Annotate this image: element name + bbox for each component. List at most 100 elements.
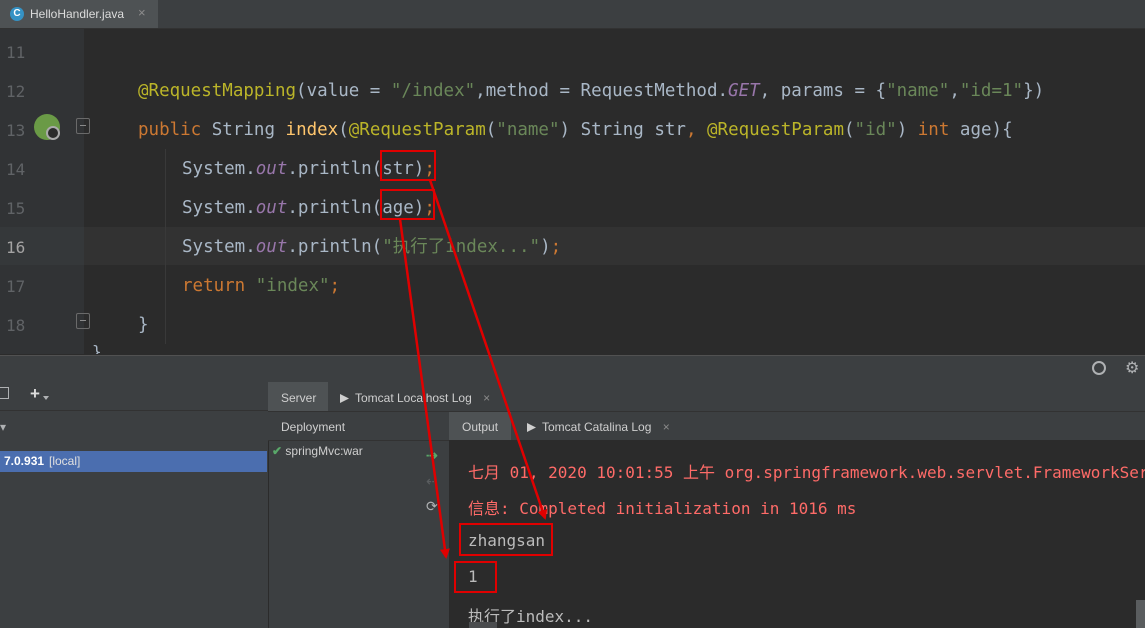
checkmark-icon: ✔ bbox=[272, 444, 283, 458]
code-token: ( bbox=[485, 120, 497, 140]
fold-start-icon[interactable] bbox=[76, 118, 90, 134]
code-token: "id" bbox=[854, 120, 897, 140]
code-line[interactable]: 18} bbox=[0, 306, 1145, 345]
crosshair-icon[interactable] bbox=[1092, 361, 1106, 375]
code-token: .println( bbox=[287, 237, 383, 257]
code-token: ,method = RequestMethod. bbox=[475, 81, 729, 101]
editor-tab-bar: C HelloHandler.java × bbox=[0, 0, 1145, 29]
code-line[interactable]: 12 @RequestMapping(value = "/index",metho… bbox=[0, 72, 1145, 111]
code-editor[interactable]: 11 12 @RequestMapping(value = "/index",met… bbox=[0, 29, 1145, 354]
output-line-info: 信息: Completed initialization in 1016 ms bbox=[468, 499, 857, 518]
annotation-box-age bbox=[380, 189, 435, 220]
horizontal-scrollbar[interactable] bbox=[469, 622, 497, 628]
tab-output[interactable]: Output bbox=[449, 412, 511, 440]
close-tab-icon[interactable]: × bbox=[483, 391, 490, 405]
console-icon bbox=[340, 394, 349, 403]
code-token: }) bbox=[1023, 81, 1045, 101]
code-token: out bbox=[255, 198, 288, 218]
code-token: "name" bbox=[886, 81, 950, 101]
code-line[interactable]: 11 bbox=[0, 33, 1145, 72]
code-line[interactable]: 15 System.out.println(age); bbox=[0, 189, 1145, 228]
chevron-down-icon[interactable] bbox=[43, 396, 49, 400]
code-line[interactable]: 14 System.out.println(str); bbox=[0, 150, 1145, 189]
output-line-log-header: 七月 01, 2020 10:01:55 上午 org.springframew… bbox=[468, 463, 1145, 482]
tree-expander-icon[interactable]: ▾ bbox=[0, 420, 6, 434]
code-token: out bbox=[255, 237, 288, 257]
tab-tomcat-catalina-log[interactable]: Tomcat Catalina Log × bbox=[527, 420, 670, 434]
code-token: System. bbox=[182, 198, 256, 218]
line-number: 17 bbox=[6, 277, 26, 296]
tab-server[interactable]: Server bbox=[268, 382, 328, 411]
code-token: "index" bbox=[255, 276, 330, 296]
code-text: System.out.println("执行了index..."); bbox=[182, 228, 561, 267]
code-token: String bbox=[211, 120, 286, 140]
code-text: return "index"; bbox=[182, 267, 340, 306]
code-token: , bbox=[759, 81, 781, 101]
code-line[interactable]: 17 return "index"; bbox=[0, 267, 1145, 306]
output-scrollbar[interactable] bbox=[1136, 600, 1145, 628]
code-token: System. bbox=[182, 237, 256, 257]
server-tag: [local] bbox=[49, 454, 81, 468]
code-token: System. bbox=[182, 159, 256, 179]
closing-brace-partial: } bbox=[92, 342, 102, 354]
code-text: public String index(@RequestParam("name"… bbox=[138, 111, 1013, 150]
tab-output-label: Output bbox=[462, 420, 499, 434]
collapse-icon[interactable] bbox=[0, 387, 9, 399]
close-tab-icon[interactable]: × bbox=[138, 5, 146, 20]
code-line[interactable]: 16 System.out.println("执行了index..."); bbox=[0, 228, 1145, 267]
code-line[interactable]: 13 public String index(@RequestParam("nam… bbox=[0, 111, 1145, 150]
line-number: 18 bbox=[6, 316, 26, 335]
output-tabs: Output Tomcat Catalina Log × bbox=[449, 412, 1145, 441]
code-token: "name" bbox=[496, 120, 560, 140]
line-number: 15 bbox=[6, 199, 26, 218]
line-number: 14 bbox=[6, 160, 26, 179]
code-token: "/index" bbox=[390, 81, 476, 101]
editor-tab-hellohandler[interactable]: C HelloHandler.java × bbox=[0, 0, 158, 28]
services-tabs: Server Tomcat Localhost Log × bbox=[268, 382, 1145, 412]
tab-server-label: Server bbox=[281, 391, 317, 405]
code-text: @RequestMapping(value = "/index",method … bbox=[138, 72, 1044, 111]
code-token: ; bbox=[550, 237, 562, 257]
code-token: @RequestParam bbox=[707, 120, 844, 140]
deployment-item-label: springMvc:war bbox=[285, 444, 363, 458]
code-token: @RequestMapping bbox=[138, 81, 297, 101]
server-version: 7.0.931 bbox=[4, 454, 45, 468]
code-token: public bbox=[138, 120, 212, 140]
tomcat-server-item[interactable]: 7.0.931 [local] bbox=[0, 451, 267, 472]
console-icon bbox=[527, 423, 536, 432]
spring-request-mapping-icon[interactable] bbox=[34, 114, 60, 140]
tab-tomcat-localhost-log[interactable]: Tomcat Localhost Log × bbox=[340, 391, 490, 405]
code-token: int bbox=[917, 120, 960, 140]
services-tree-toolbar: + bbox=[0, 382, 268, 411]
editor-tab-label: HelloHandler.java bbox=[30, 7, 125, 21]
annotation-box-one bbox=[454, 561, 497, 593]
refresh-icon[interactable]: ⟳ bbox=[426, 498, 438, 515]
code-token: params = { bbox=[780, 81, 887, 101]
code-token: "id=1" bbox=[959, 81, 1024, 101]
tab-catalina-log-label: Tomcat Catalina Log bbox=[542, 420, 652, 434]
code-token: , bbox=[949, 81, 960, 101]
fold-end-icon[interactable] bbox=[76, 313, 90, 329]
code-token: return bbox=[182, 276, 256, 296]
code-token: } bbox=[138, 315, 149, 335]
services-tree-panel bbox=[0, 382, 268, 628]
code-token: , bbox=[685, 120, 708, 140]
code-token: out bbox=[255, 159, 288, 179]
tab-localhost-log-label: Tomcat Localhost Log bbox=[355, 391, 472, 405]
code-token: ) String str bbox=[559, 120, 686, 140]
deployment-item[interactable]: ✔ springMvc:war bbox=[272, 444, 363, 458]
gear-icon[interactable]: ⚙ bbox=[1125, 358, 1139, 378]
close-tab-icon[interactable]: × bbox=[663, 420, 670, 434]
line-number: 12 bbox=[6, 82, 26, 101]
code-token: "执行了index..." bbox=[382, 237, 541, 257]
code-token: GET bbox=[728, 81, 760, 101]
class-icon: C bbox=[10, 7, 24, 21]
redeploy-icon[interactable]: ⇢ bbox=[426, 447, 438, 464]
code-token: index bbox=[285, 120, 339, 140]
code-token: age){ bbox=[959, 120, 1013, 140]
code-token: (value = bbox=[296, 81, 391, 101]
undeploy-icon[interactable]: ⇠ bbox=[426, 473, 438, 490]
plus-icon[interactable]: + bbox=[30, 384, 40, 404]
output-console[interactable]: 七月 01, 2020 10:01:55 上午 org.springframew… bbox=[449, 440, 1145, 628]
code-token: ( bbox=[338, 120, 349, 140]
